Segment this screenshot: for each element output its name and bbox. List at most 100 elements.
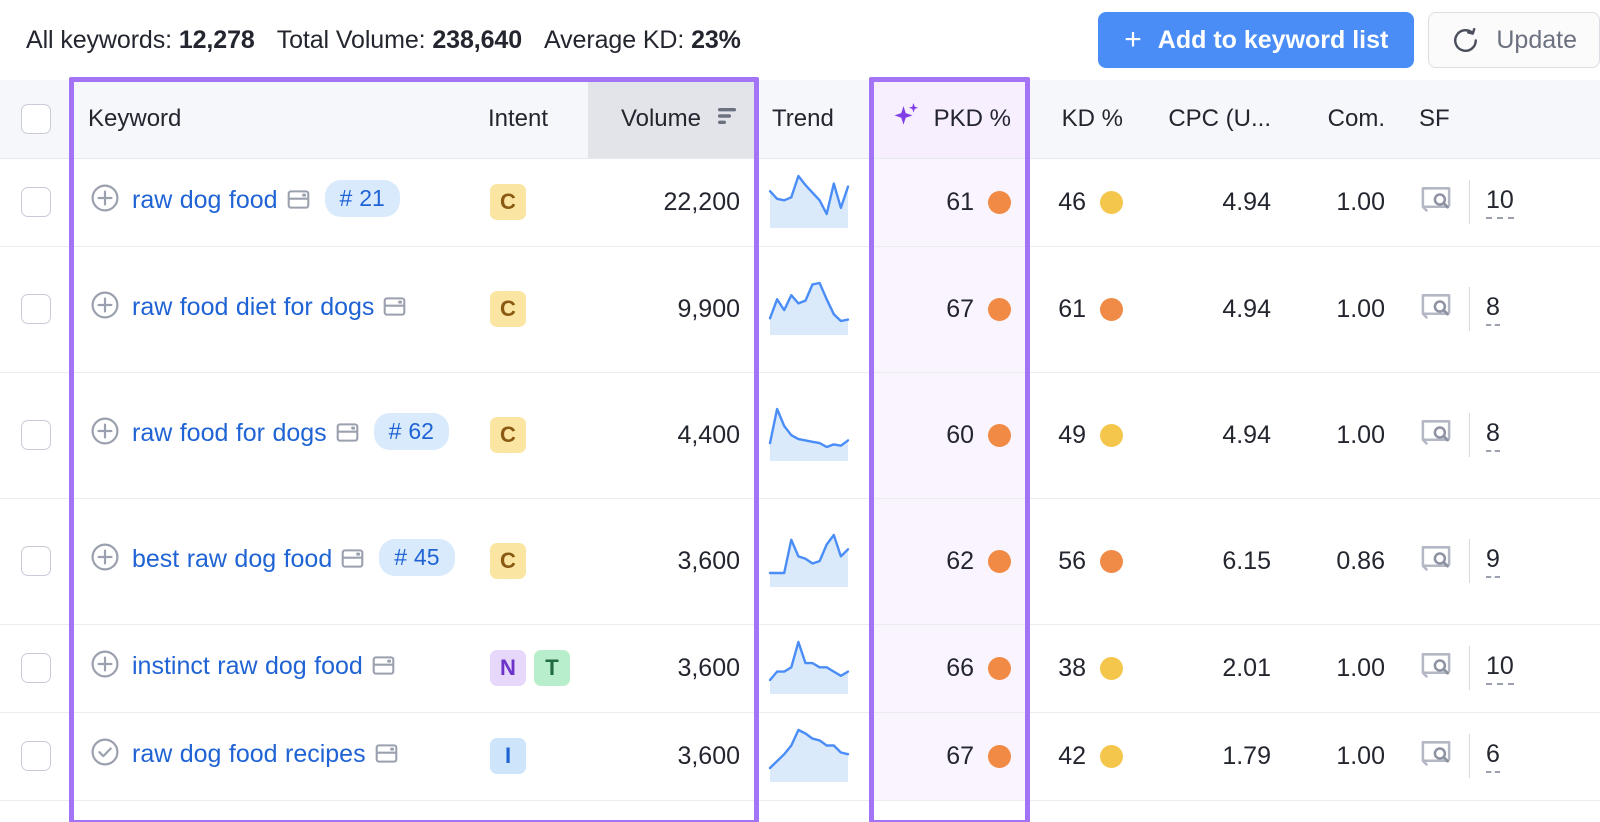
intent-badge-i[interactable]: I [490, 738, 526, 774]
pkd-cell: 60 [872, 372, 1027, 499]
serp-features-icon[interactable] [371, 650, 396, 690]
plus-circle-icon[interactable] [90, 649, 120, 679]
row-select-cell[interactable] [0, 372, 72, 499]
row-select-cell[interactable] [0, 712, 72, 801]
table-row[interactable]: raw dog food recipes I 3,600 67 42 1.79 1.00 6 [0, 712, 1600, 801]
row-checkbox[interactable] [21, 653, 51, 684]
serp-features-icon[interactable] [382, 291, 407, 331]
serp-preview-icon[interactable] [1419, 648, 1453, 689]
row-checkbox[interactable] [21, 741, 51, 772]
keyword-link[interactable]: raw food diet for dogs [132, 287, 407, 331]
kd-status-dot [1100, 656, 1123, 680]
keyword-link[interactable]: best raw dog food # 45 [132, 539, 455, 583]
plus-circle-icon[interactable] [90, 542, 120, 572]
intent-badge-c[interactable]: C [490, 184, 526, 220]
trend-sparkline [766, 279, 872, 339]
update-button[interactable]: Update [1428, 12, 1600, 68]
serp-features-icon[interactable] [335, 417, 360, 457]
trend-cell [756, 246, 872, 373]
keyword-link[interactable]: instinct raw dog food [132, 646, 396, 690]
add-to-keyword-list-button[interactable]: + Add to keyword list [1098, 12, 1415, 68]
plus-circle-icon[interactable] [90, 183, 120, 213]
serp-preview-icon[interactable] [1419, 541, 1453, 582]
intent-badge-c[interactable]: C [490, 543, 526, 579]
keyword-link[interactable]: raw dog food # 21 [132, 180, 400, 224]
trend-cell [756, 498, 872, 625]
table-row[interactable]: raw food for dogs # 62 C 4,400 60 49 4.94 1.00 8 [0, 372, 1600, 499]
serp-features-icon[interactable] [340, 543, 365, 583]
table-row[interactable]: best raw dog food # 45 C 3,600 62 56 6.15 0.86 9 [0, 498, 1600, 625]
keyword-cell: raw food diet for dogs [72, 246, 472, 373]
header-pkd[interactable]: PKD % [872, 80, 1027, 159]
sf-value[interactable]: 8 [1486, 293, 1500, 326]
row-checkbox[interactable] [21, 546, 51, 577]
header-volume[interactable]: Volume [588, 80, 756, 159]
row-select-cell[interactable] [0, 498, 72, 625]
header-keyword[interactable]: Keyword [72, 80, 472, 159]
check-circle-icon[interactable] [90, 737, 120, 767]
keyword-text: raw food diet for dogs [132, 293, 375, 321]
kd-cell: 56 [1027, 498, 1139, 625]
position-badge[interactable]: # 21 [324, 180, 400, 217]
sf-value[interactable]: 6 [1486, 740, 1500, 773]
trend-cell [756, 372, 872, 499]
divider [1469, 287, 1470, 331]
row-select-cell[interactable] [0, 246, 72, 373]
intent-badge-n[interactable]: N [490, 650, 526, 686]
keyword-link[interactable]: raw dog food recipes [132, 734, 399, 778]
row-checkbox[interactable] [21, 294, 51, 325]
kd-cell: 42 [1027, 712, 1139, 801]
keywords-table: Keyword Intent Volume Trend PKD % KD % C… [0, 80, 1600, 801]
intent-badge-t[interactable]: T [534, 650, 570, 686]
keyword-link[interactable]: raw food for dogs # 62 [132, 413, 449, 457]
sf-cell: 10 [1401, 624, 1600, 713]
header-cpc[interactable]: CPC (U... [1139, 80, 1287, 159]
header-com[interactable]: Com. [1287, 80, 1401, 159]
serp-features-icon[interactable] [374, 738, 399, 778]
row-select-cell[interactable] [0, 624, 72, 713]
header-trend-label: Trend [772, 104, 834, 132]
serp-preview-icon[interactable] [1419, 182, 1453, 223]
plus-circle-icon[interactable] [90, 290, 120, 320]
trend-sparkline [766, 638, 872, 698]
intent-badge-c[interactable]: C [490, 417, 526, 453]
header-kd-label: KD % [1061, 104, 1123, 132]
pkd-status-dot [988, 549, 1011, 573]
table-row[interactable]: instinct raw dog food N T 3,600 66 38 2.01 1.00… [0, 624, 1600, 713]
select-all-checkbox[interactable] [21, 103, 51, 134]
kd-cell: 46 [1027, 158, 1139, 247]
position-badge[interactable]: # 62 [373, 413, 449, 450]
keyword-cell: instinct raw dog food [72, 624, 472, 713]
divider [1469, 734, 1470, 778]
header-kd[interactable]: KD % [1027, 80, 1139, 159]
row-checkbox[interactable] [21, 420, 51, 451]
serp-preview-icon[interactable] [1419, 289, 1453, 330]
serp-preview-icon[interactable] [1419, 415, 1453, 456]
header-sf[interactable]: SF [1401, 80, 1600, 159]
header-sf-label: SF [1419, 104, 1450, 132]
plus-circle-icon[interactable] [90, 416, 120, 446]
serp-preview-icon[interactable] [1419, 736, 1453, 777]
keyword-text: raw dog food recipes [132, 740, 366, 768]
kd-status-dot [1100, 423, 1123, 447]
keyword-text: raw dog food [132, 186, 278, 214]
intent-badge-c[interactable]: C [490, 291, 526, 327]
serp-features-icon[interactable] [286, 184, 311, 224]
pkd-cell: 61 [872, 158, 1027, 247]
table-row[interactable]: raw dog food # 21 C 22,200 61 46 4.94 1.00 10 [0, 158, 1600, 247]
row-select-cell[interactable] [0, 158, 72, 247]
table-row[interactable]: raw food diet for dogs C 9,900 67 61 4.94 1.00… [0, 246, 1600, 373]
divider [1469, 539, 1470, 583]
row-checkbox[interactable] [21, 187, 51, 218]
sf-value[interactable]: 10 [1486, 186, 1514, 219]
sf-value[interactable]: 8 [1486, 419, 1500, 452]
trend-sparkline [766, 172, 872, 232]
position-badge[interactable]: # 45 [379, 539, 455, 576]
header-intent[interactable]: Intent [472, 80, 588, 159]
sf-value[interactable]: 9 [1486, 545, 1500, 578]
pkd-status-dot [988, 656, 1011, 680]
pkd-value: 67 [946, 294, 974, 323]
sf-value[interactable]: 10 [1486, 652, 1514, 685]
header-trend[interactable]: Trend [756, 80, 872, 159]
header-select-all[interactable] [0, 80, 72, 159]
